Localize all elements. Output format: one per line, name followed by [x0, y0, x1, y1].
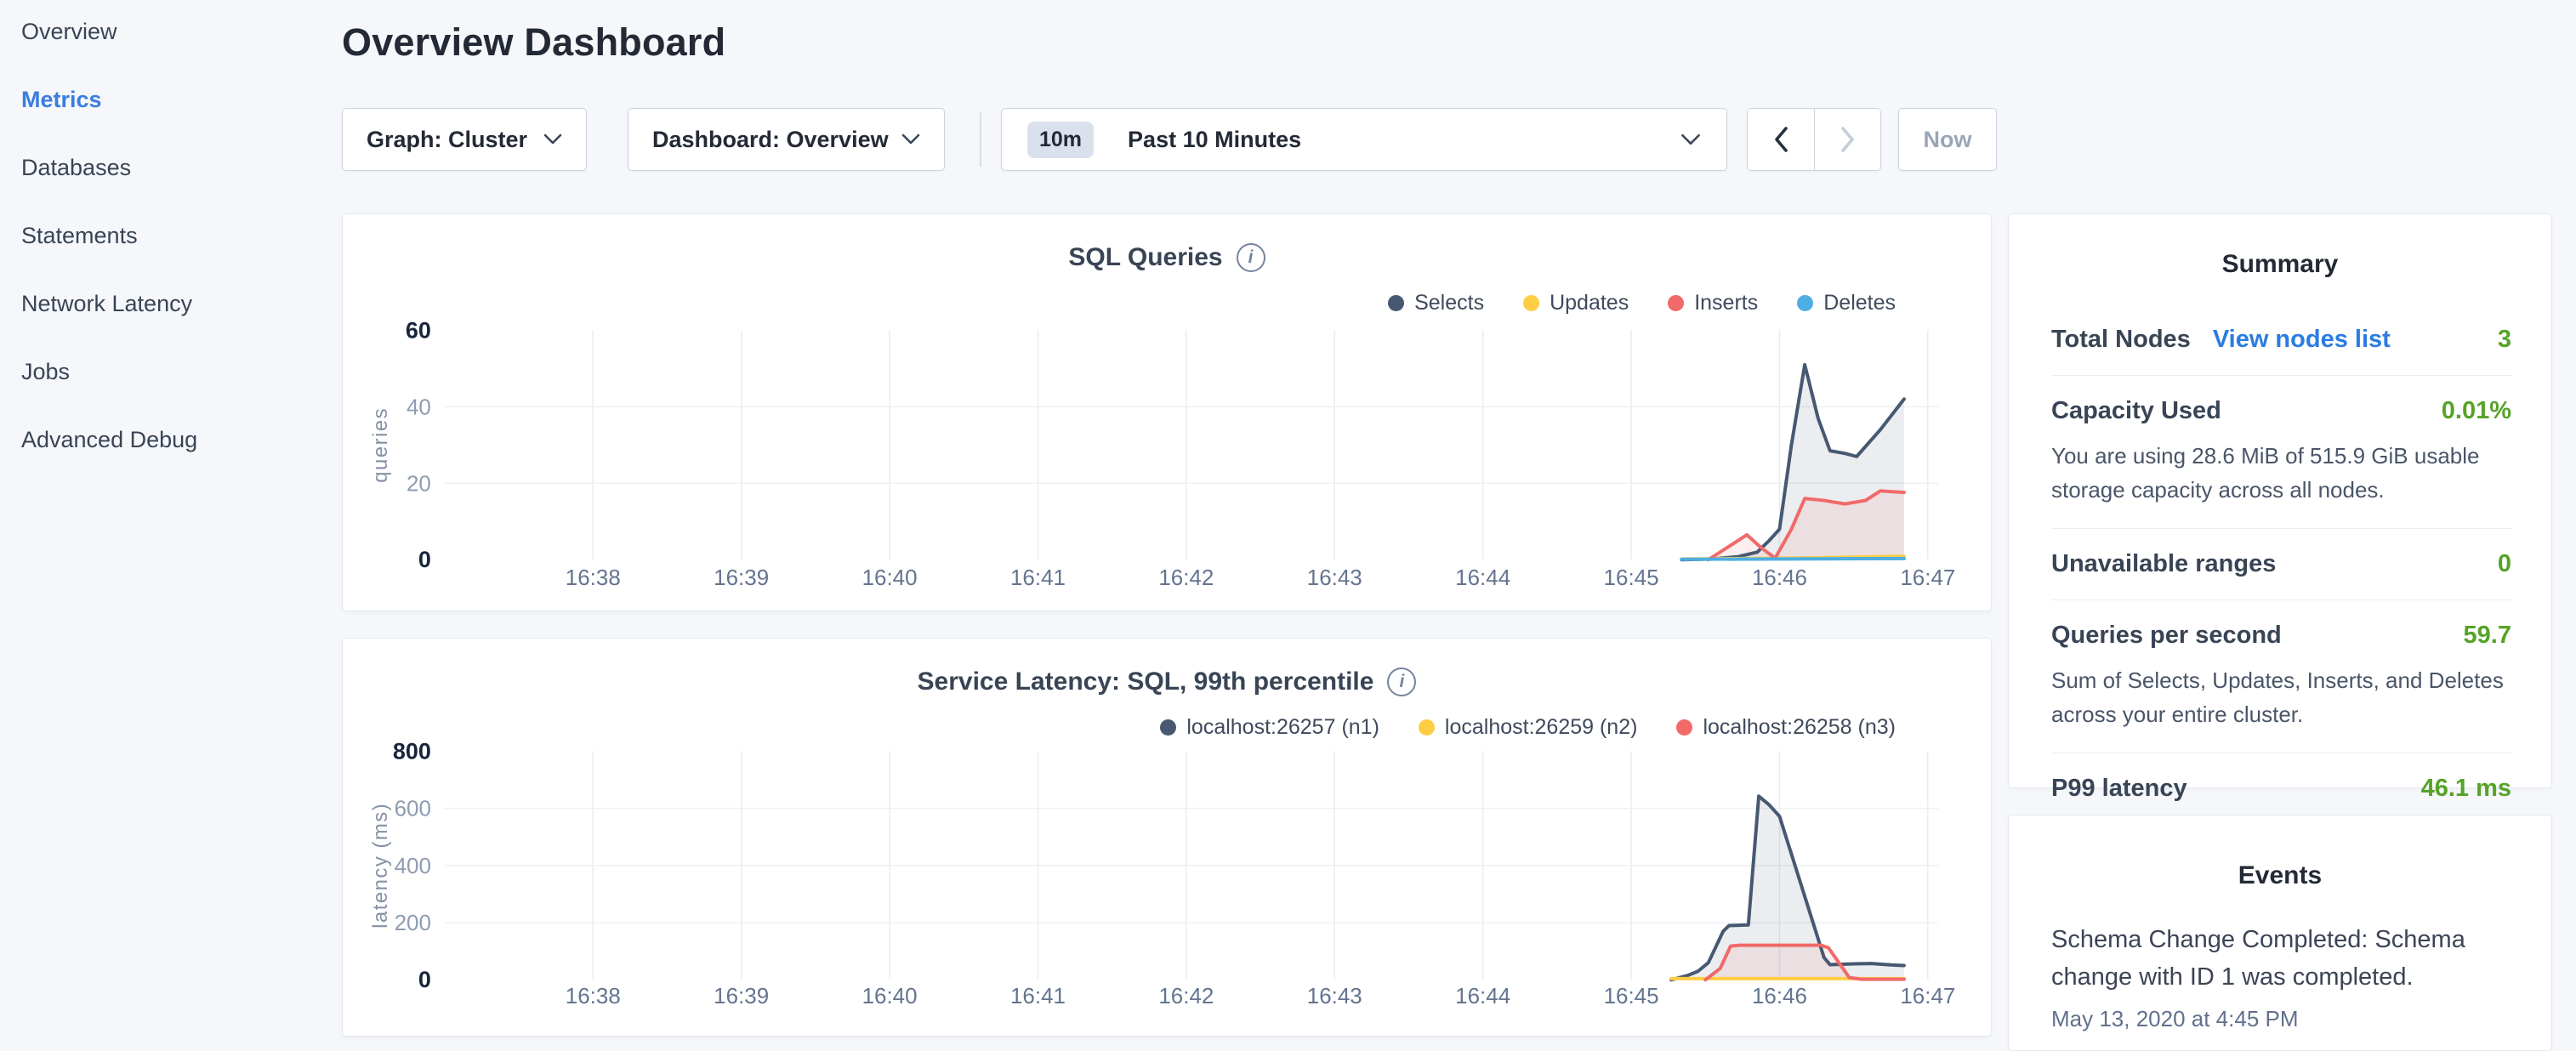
- graph-dropdown-label: Graph: Cluster: [367, 127, 527, 153]
- events-panel: Events Schema Change Completed: Schema c…: [2008, 815, 2552, 1051]
- summary-row-label: Queries per second: [2051, 622, 2282, 650]
- sql-queries-panel: SQL Queries i SelectsUpdatesInsertsDelet…: [342, 213, 1992, 611]
- events-title: Events: [2009, 815, 2551, 890]
- summary-row-description: Sum of Selects, Updates, Inserts, and De…: [2051, 663, 2511, 731]
- svg-text:16:45: 16:45: [1604, 985, 1659, 1008]
- time-range-badge: 10m: [1027, 122, 1094, 158]
- dashboard-dropdown-label: Dashboard: Overview: [652, 127, 889, 153]
- svg-text:16:39: 16:39: [714, 566, 769, 590]
- service-latency-chart[interactable]: 16:38 16:39 16:40 16:41 16:42 16:43 16:44 16:45…: [343, 639, 1991, 1036]
- sidebar-item-statements[interactable]: Statements: [21, 224, 342, 247]
- time-range-label: Past 10 Minutes: [1128, 127, 1301, 153]
- svg-text:200: 200: [395, 912, 431, 935]
- summary-rows: Total Nodes View nodes list 3 Capacity Used…: [2009, 279, 2551, 824]
- chevron-left-icon: [1771, 125, 1790, 154]
- svg-text:16:47: 16:47: [1900, 985, 1955, 1008]
- svg-text:16:43: 16:43: [1307, 985, 1362, 1008]
- svg-text:16:41: 16:41: [1010, 985, 1066, 1008]
- summary-row-label: Capacity Used: [2051, 397, 2221, 425]
- svg-text:400: 400: [395, 855, 431, 878]
- event-timestamp: May 13, 2020 at 4:45 PM: [2051, 1006, 2511, 1032]
- svg-text:16:40: 16:40: [862, 985, 918, 1008]
- event-text: Schema Change Completed: Schema change w…: [2051, 921, 2511, 996]
- summary-row-label: Total Nodes: [2051, 326, 2191, 354]
- summary-row-value: 46.1 ms: [2421, 775, 2511, 803]
- toolbar: Graph: Cluster Dashboard: Overview 10m P…: [342, 108, 1997, 171]
- chevron-down-icon: [901, 134, 920, 145]
- sidebar: Overview Metrics Databases Statements Networ…: [0, 0, 342, 496]
- svg-text:800: 800: [393, 738, 431, 764]
- svg-text:0: 0: [418, 967, 431, 992]
- prev-time-button[interactable]: [1748, 109, 1814, 170]
- summary-panel: Summary Total Nodes View nodes list 3 Capac…: [2008, 213, 2552, 788]
- sql-queries-chart[interactable]: 16:38 16:39 16:40 16:41 16:42 16:43 16:44 16:45…: [343, 214, 1991, 611]
- svg-text:16:40: 16:40: [862, 566, 918, 590]
- sidebar-item-jobs[interactable]: Jobs: [21, 360, 342, 383]
- sidebar-item-databases[interactable]: Databases: [21, 156, 342, 179]
- sidebar-nav-list: Overview Metrics Databases Statements Networ…: [21, 20, 342, 452]
- page-title: Overview Dashboard: [342, 20, 725, 65]
- svg-text:16:38: 16:38: [566, 985, 621, 1008]
- summary-row-p99-latency: P99 latency 46.1 ms: [2051, 753, 2511, 824]
- dashboard-dropdown[interactable]: Dashboard: Overview: [628, 108, 945, 171]
- svg-text:queries: queries: [369, 407, 392, 483]
- summary-row-value: 0: [2498, 550, 2511, 578]
- svg-text:16:41: 16:41: [1010, 566, 1066, 590]
- svg-text:16:39: 16:39: [714, 985, 769, 1008]
- summary-row-capacity-used: Capacity Used 0.01% You are using 28.6 MiB…: [2051, 375, 2511, 528]
- svg-text:0: 0: [418, 547, 431, 572]
- summary-row-total-nodes: Total Nodes View nodes list 3: [2051, 304, 2511, 375]
- svg-text:16:42: 16:42: [1158, 566, 1214, 590]
- chevron-right-icon: [1839, 125, 1857, 154]
- svg-text:16:43: 16:43: [1307, 566, 1362, 590]
- svg-text:16:46: 16:46: [1752, 566, 1807, 590]
- svg-text:16:44: 16:44: [1455, 985, 1510, 1008]
- svg-text:16:46: 16:46: [1752, 985, 1807, 1008]
- time-range-selector[interactable]: 10m Past 10 Minutes: [1001, 108, 1727, 171]
- svg-text:16:45: 16:45: [1604, 566, 1659, 590]
- summary-row-label: P99 latency: [2051, 775, 2187, 803]
- next-time-button[interactable]: [1814, 109, 1880, 170]
- sidebar-item-overview[interactable]: Overview: [21, 20, 342, 43]
- summary-row-value: 59.7: [2464, 622, 2511, 650]
- svg-text:16:38: 16:38: [566, 566, 621, 590]
- summary-row-queries-per-second: Queries per second 59.7 Sum of Selects, Up…: [2051, 599, 2511, 753]
- event-list: Schema Change Completed: Schema change w…: [2009, 890, 2551, 1032]
- summary-row-description: You are using 28.6 MiB of 515.9 GiB usab…: [2051, 439, 2511, 507]
- sidebar-item-metrics[interactable]: Metrics: [21, 88, 342, 111]
- summary-row-value: 0.01%: [2442, 397, 2511, 425]
- svg-text:20: 20: [407, 472, 431, 496]
- graph-dropdown[interactable]: Graph: Cluster: [342, 108, 587, 171]
- summary-row-unavailable-ranges: Unavailable ranges 0: [2051, 528, 2511, 599]
- summary-row-label: Unavailable ranges: [2051, 550, 2276, 578]
- svg-text:40: 40: [407, 395, 431, 419]
- chevron-down-icon: [543, 134, 562, 145]
- view-nodes-list-link[interactable]: View nodes list: [2213, 326, 2391, 354]
- summary-title: Summary: [2009, 214, 2551, 279]
- svg-text:16:42: 16:42: [1158, 985, 1214, 1008]
- sidebar-item-advanced-debug[interactable]: Advanced Debug: [21, 428, 342, 452]
- time-step-buttons: [1747, 108, 1881, 171]
- summary-row-value: 3: [2498, 326, 2511, 354]
- svg-text:600: 600: [395, 798, 431, 821]
- svg-text:latency (ms): latency (ms): [369, 803, 392, 929]
- toolbar-divider: [980, 112, 981, 167]
- svg-text:16:44: 16:44: [1455, 566, 1510, 590]
- svg-text:16:47: 16:47: [1900, 566, 1955, 590]
- service-latency-panel: Service Latency: SQL, 99th percentile i …: [342, 638, 1992, 1037]
- sidebar-item-network-latency[interactable]: Network Latency: [21, 292, 342, 315]
- chevron-down-icon: [1680, 134, 1701, 146]
- now-button[interactable]: Now: [1898, 108, 1997, 171]
- svg-text:60: 60: [406, 317, 431, 343]
